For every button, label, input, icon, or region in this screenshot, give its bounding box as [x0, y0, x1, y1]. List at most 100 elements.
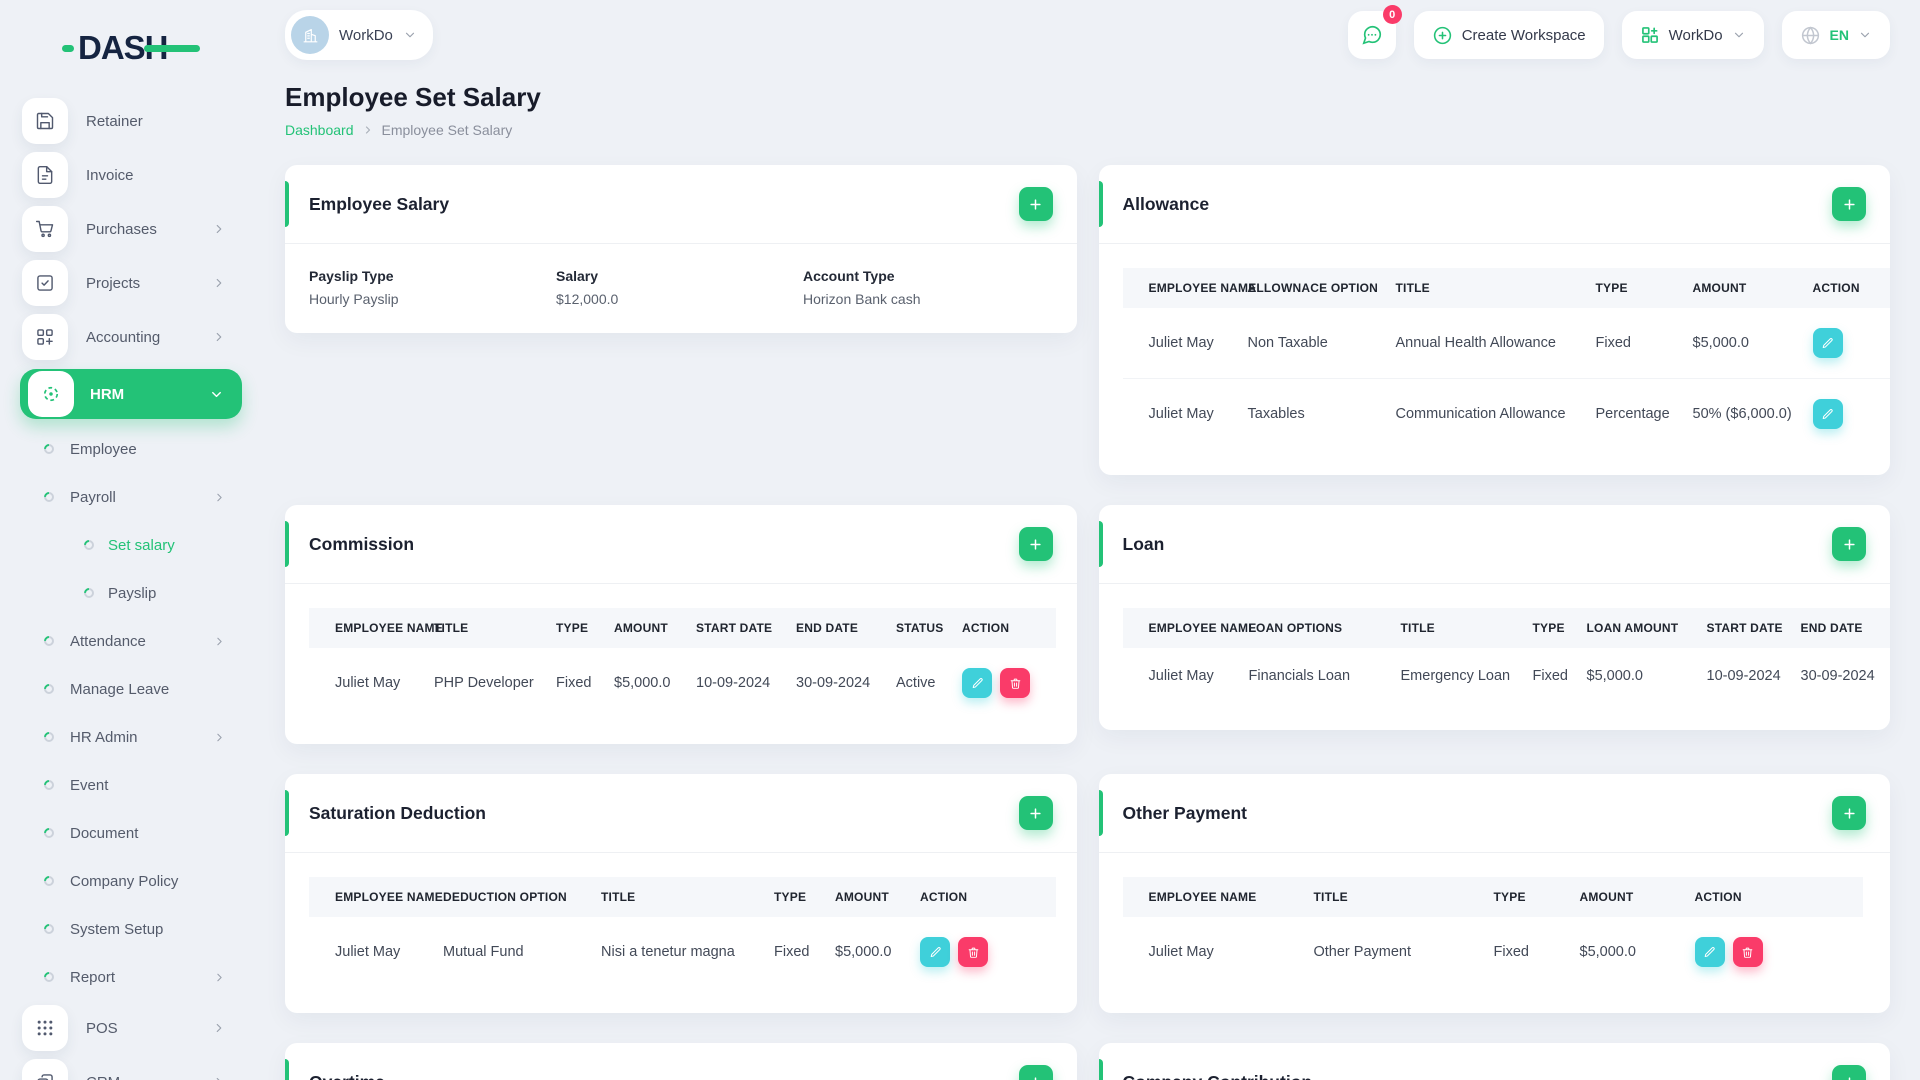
column-header: AMOUNT	[1692, 268, 1813, 308]
edit-employee-salary-button[interactable]	[1018, 187, 1053, 221]
chevron-right-icon	[213, 731, 226, 744]
edit-icon	[972, 677, 983, 688]
field-label: Payslip Type	[309, 268, 394, 284]
add-allowance-button[interactable]	[1832, 187, 1866, 221]
delete-button[interactable]	[1732, 937, 1763, 967]
sidebar-item-invoice[interactable]: Invoice	[0, 148, 252, 202]
edit-button[interactable]	[1694, 937, 1725, 967]
breadcrumb-dashboard-link[interactable]: Dashboard	[285, 122, 354, 138]
sidebar-item-document[interactable]: Document	[0, 809, 252, 857]
add-icon	[1030, 807, 1041, 819]
sidebar-item-hr-admin[interactable]: HR Admin	[0, 713, 252, 761]
edit-button[interactable]	[1812, 328, 1843, 358]
language-selector[interactable]: EN	[1781, 11, 1890, 59]
workspace-menu-label: WorkDo	[1668, 26, 1723, 44]
sidebar-item-purchases[interactable]: Purchases	[0, 202, 252, 256]
column-header: DEDUCTION OPTION	[443, 877, 601, 917]
cell-type: Percentage	[1595, 378, 1693, 449]
workspace-grid-icon	[1640, 25, 1660, 45]
other-payment-card: Other Payment EMPLOYEE NAME TITLE TYPE A…	[1098, 774, 1890, 1013]
breadcrumb: Dashboard Employee Set Salary	[285, 122, 1890, 138]
add-saturation-deduction-button[interactable]	[1018, 796, 1053, 830]
cell-title: Other Payment	[1313, 944, 1412, 960]
column-header: ALLOWNACE OPTION	[1247, 268, 1396, 308]
employee-salary-card: Employee Salary Payslip Type Hourly Pays…	[285, 165, 1077, 333]
add-overtime-button[interactable]	[1018, 1065, 1053, 1080]
main-content: WorkDo 0 Create Workspace WorkDo EN Empl…	[252, 0, 1920, 1080]
sidebar-item-event[interactable]: Event	[0, 761, 252, 809]
saturation-deduction-table: EMPLOYEE NAME DEDUCTION OPTION TITLE TYP…	[309, 877, 1056, 987]
bullet-icon	[41, 681, 57, 697]
loan-table: EMPLOYEE NAME LOAN OPTIONS TITLE TYPE LO…	[1122, 608, 1890, 704]
sidebar-item-attendance[interactable]: Attendance	[0, 617, 252, 665]
cell-employee-name: Juliet May	[1148, 335, 1214, 351]
card-header: Employee Salary	[285, 165, 1077, 244]
cell-allowance-option: Taxables	[1247, 378, 1396, 449]
chevron-down-icon	[209, 387, 224, 402]
column-header: TITLE	[1400, 608, 1533, 648]
messages-badge: 0	[1382, 5, 1402, 24]
edit-icon	[1822, 408, 1833, 419]
add-commission-button[interactable]	[1018, 527, 1053, 561]
sidebar-item-payslip[interactable]: Payslip	[0, 569, 252, 617]
sidebar-item-retainer[interactable]: Retainer	[0, 94, 252, 148]
sidebar-item-crm[interactable]: CRM	[0, 1055, 252, 1080]
sidebar-item-manage-leave[interactable]: Manage Leave	[0, 665, 252, 713]
delete-button[interactable]	[1000, 668, 1030, 698]
saturation-deduction-card: Saturation Deduction EMPLOYEE NAME DEDUC…	[285, 774, 1077, 1013]
sidebar-item-label: Report	[70, 968, 116, 986]
field-value: $12,000.0	[556, 291, 619, 307]
edit-button[interactable]	[1812, 399, 1843, 429]
sidebar-item-label: Projects	[86, 274, 141, 292]
bullet-icon	[41, 825, 57, 841]
sidebar-item-accounting[interactable]: Accounting	[0, 310, 252, 364]
cell-title: Communication Allowance	[1395, 378, 1596, 449]
save-icon	[22, 98, 68, 144]
column-header: ACTION	[920, 877, 1056, 917]
chevron-right-icon	[212, 1075, 226, 1080]
column-header: TITLE	[434, 608, 556, 648]
table-header-row: EMPLOYEE NAME TITLE TYPE AMOUNT ACTION	[1122, 877, 1863, 917]
bullet-icon	[81, 537, 97, 553]
bullet-icon	[41, 873, 57, 889]
field-value: Hourly Payslip	[309, 291, 399, 307]
sidebar-item-employee[interactable]: Employee	[0, 425, 252, 473]
cards-grid: Employee Salary Payslip Type Hourly Pays…	[285, 165, 1890, 1080]
sidebar-item-projects[interactable]: Projects	[0, 256, 252, 310]
chevron-right-icon	[212, 1021, 226, 1035]
card-header: Saturation Deduction	[285, 774, 1077, 853]
sidebar-item-set-salary[interactable]: Set salary	[0, 521, 252, 569]
cell-amount: $5,000.0	[835, 944, 892, 960]
messages-button[interactable]: 0	[1347, 5, 1402, 59]
sidebar-item-system-setup[interactable]: System Setup	[0, 905, 252, 953]
table-row: Juliet May Mutual Fund Nisi a tenetur ma…	[309, 917, 1056, 987]
delete-button[interactable]	[958, 937, 988, 967]
workspace-selector[interactable]: WorkDo	[285, 10, 433, 60]
sidebar-item-pos[interactable]: POS	[0, 1001, 252, 1055]
column-header: AMOUNT	[614, 608, 696, 648]
sidebar-item-label: Payroll	[70, 488, 116, 506]
sidebar-item-report[interactable]: Report	[0, 953, 252, 1001]
workspace-menu-button[interactable]: WorkDo	[1621, 11, 1764, 59]
cell-loan-option: Financials Loan	[1248, 668, 1351, 684]
cell-loan-amount: $5,000.0	[1586, 668, 1643, 684]
sidebar-item-hrm[interactable]: HRM	[20, 369, 242, 419]
add-company-contribution-button[interactable]	[1832, 1065, 1866, 1080]
card-title: Loan	[1122, 533, 1165, 554]
cell-employee-name: Juliet May	[1122, 378, 1248, 449]
sidebar-item-company-policy[interactable]: Company Policy	[0, 857, 252, 905]
table-row: Juliet May Other Payment Fixed $5,000.0	[1123, 917, 1863, 987]
company-contribution-card: Company Contribution	[1098, 1043, 1890, 1080]
sidebar-item-payroll[interactable]: Payroll	[0, 473, 252, 521]
bullet-icon	[41, 969, 57, 985]
table-row: Juliet May PHP Developer Fixed $5,000.0 …	[309, 648, 1056, 718]
create-workspace-button[interactable]: Create Workspace	[1413, 11, 1604, 59]
cell-title: PHP Developer	[434, 675, 534, 691]
card-title: Allowance	[1122, 193, 1210, 214]
add-loan-button[interactable]	[1832, 527, 1866, 561]
sidebar-item-label: Payslip	[108, 584, 157, 602]
edit-button[interactable]	[962, 668, 992, 698]
edit-button[interactable]	[920, 937, 950, 967]
table-header-row: EMPLOYEE NAME TITLE TYPE AMOUNT START DA…	[309, 608, 1056, 648]
add-other-payment-button[interactable]	[1832, 796, 1866, 830]
